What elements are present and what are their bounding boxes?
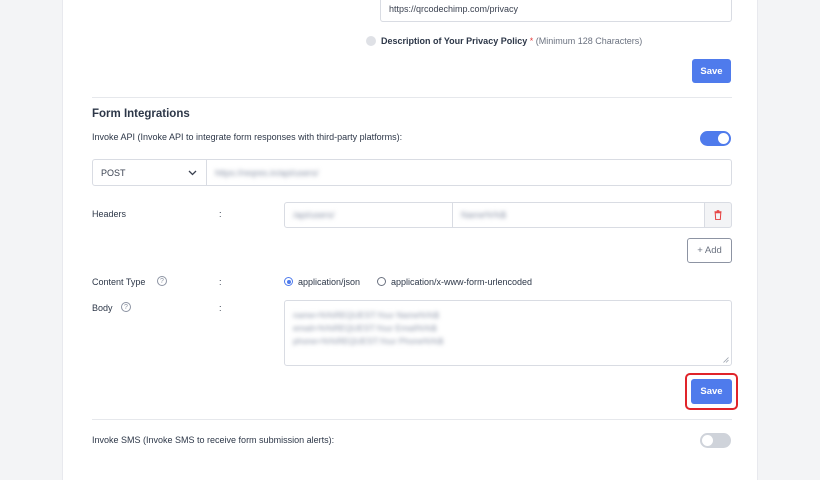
privacy-save-button[interactable]: Save <box>692 59 731 83</box>
body-line: phone=%%REQUEST:Your Phone%%$ <box>293 336 444 346</box>
privacy-url-input[interactable]: https://qrcodechimp.com/privacy <box>380 0 732 22</box>
method-value: POST <box>101 167 126 178</box>
method-select[interactable]: POST <box>92 159 207 186</box>
radio-form-urlencoded[interactable] <box>377 277 386 286</box>
chevron-down-icon <box>188 170 197 176</box>
trash-icon <box>714 210 722 220</box>
invoke-sms-label: Invoke SMS (Invoke SMS to receive form s… <box>92 435 335 445</box>
body-line: email=%%REQUEST:Your Email%%$ <box>293 323 437 333</box>
resize-handle-icon[interactable] <box>723 357 729 363</box>
toggle-knob <box>718 133 729 144</box>
settings-panel: https://qrcodechimp.com/privacy Descript… <box>62 0 758 480</box>
add-header-button[interactable]: + Add <box>687 238 732 263</box>
privacy-description-checkbox[interactable] <box>366 36 376 46</box>
invoke-api-label: Invoke API (Invoke API to integrate form… <box>92 132 403 142</box>
privacy-description-row: Description of Your Privacy Policy * (Mi… <box>381 36 642 46</box>
help-circle-icon[interactable]: ? <box>121 302 131 312</box>
toggle-knob <box>702 435 713 446</box>
required-mark: * <box>529 36 534 46</box>
body-line: name=%%REQUEST:Your Name%%$ <box>293 310 439 320</box>
privacy-url-value: https://qrcodechimp.com/privacy <box>389 4 519 14</box>
content-type-colon: : <box>219 277 222 287</box>
section-divider <box>92 97 732 98</box>
radio-application-json[interactable] <box>284 277 293 286</box>
content-type-label: Content Type <box>92 277 146 287</box>
radio-label-json: application/json <box>298 277 361 287</box>
api-url-input[interactable]: https://reqres.in/api/users/ <box>206 159 732 186</box>
invoke-sms-toggle[interactable] <box>700 433 731 448</box>
headers-colon: : <box>219 209 222 219</box>
privacy-description-label: Description of Your Privacy Policy <box>381 36 528 46</box>
radio-label-urlencoded: application/x-www-form-urlencoded <box>391 277 533 287</box>
header-value-input[interactable]: Name%%$ <box>452 202 705 228</box>
delete-header-button[interactable] <box>704 202 732 228</box>
section-title: Form Integrations <box>92 108 190 120</box>
header-key-value: /api/users/ <box>293 210 335 220</box>
headers-label: Headers <box>92 209 127 219</box>
integration-save-button[interactable]: Save <box>691 379 732 404</box>
body-label: Body <box>92 303 113 313</box>
body-colon: : <box>219 303 222 313</box>
help-circle-icon[interactable]: ? <box>157 276 167 286</box>
header-value-value: Name%%$ <box>461 210 507 220</box>
body-textarea[interactable]: name=%%REQUEST:Your Name%%$ email=%%REQU… <box>284 300 732 366</box>
privacy-description-hint: (Minimum 128 Characters) <box>535 36 643 46</box>
section-divider <box>92 419 732 420</box>
header-key-input[interactable]: /api/users/ <box>284 202 453 228</box>
api-url-value: https://reqres.in/api/users/ <box>215 167 319 178</box>
invoke-api-toggle[interactable] <box>700 131 731 146</box>
